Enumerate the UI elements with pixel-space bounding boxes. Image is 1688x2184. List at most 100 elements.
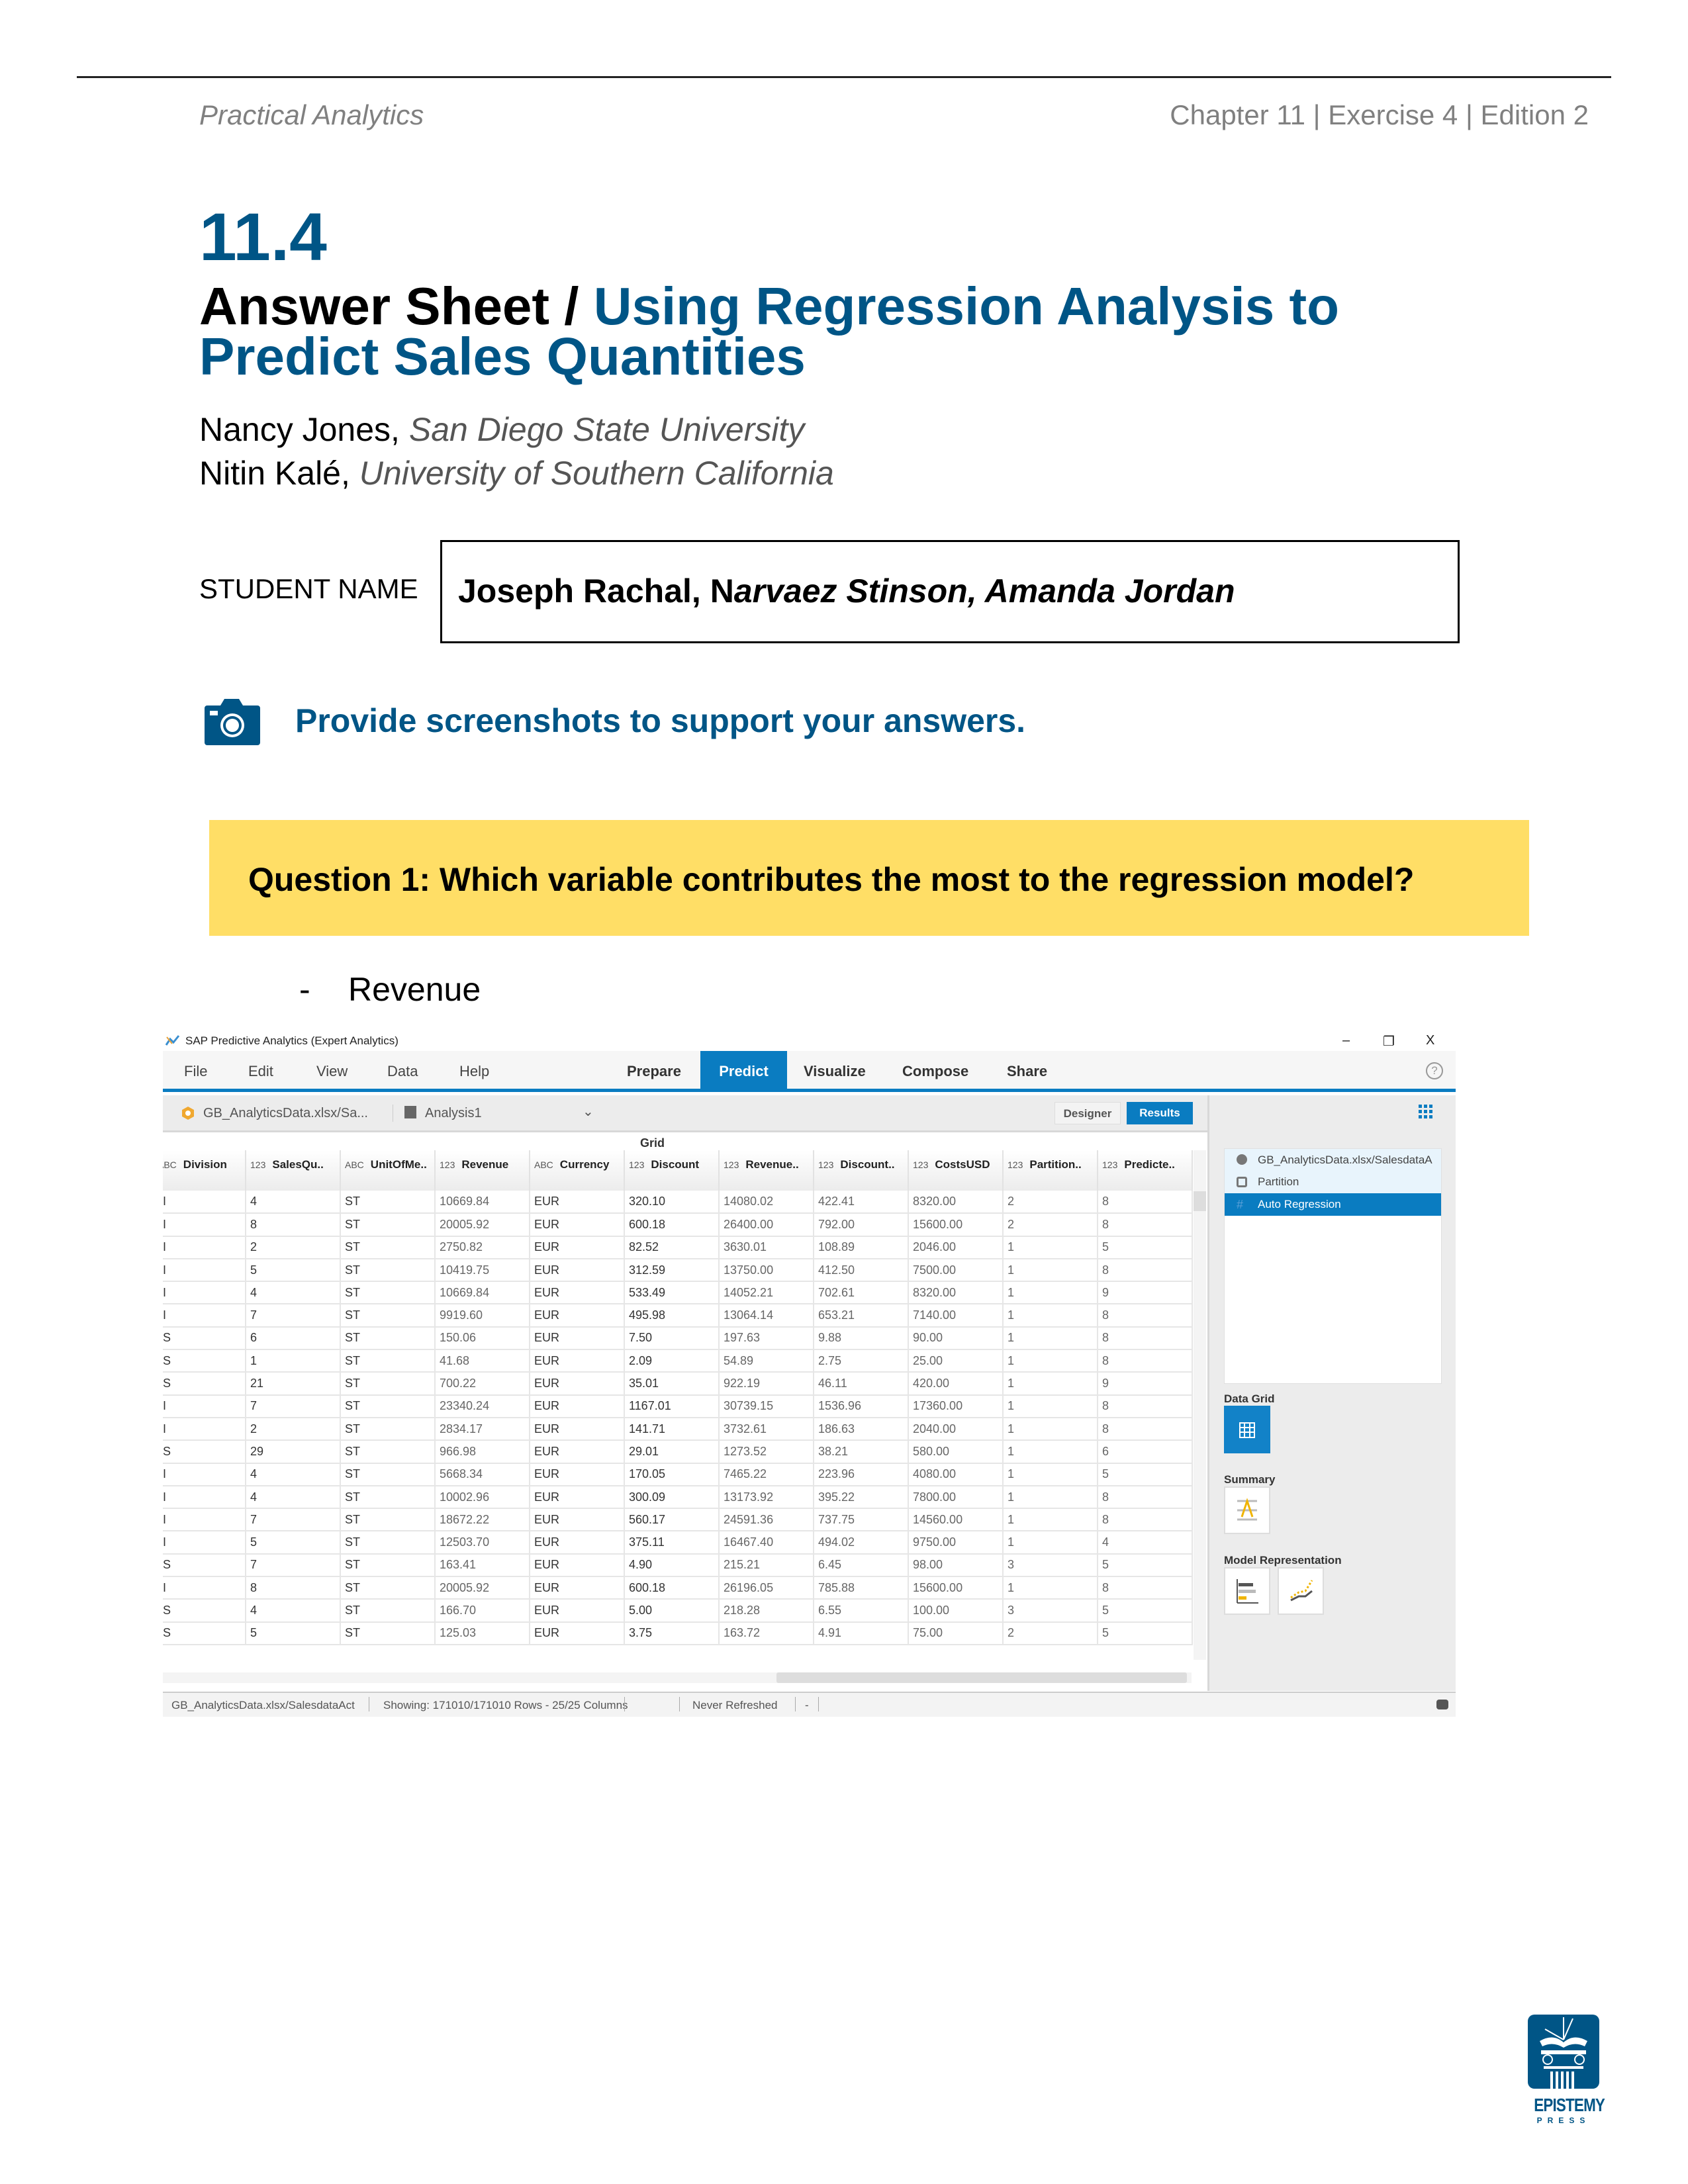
column-name: Revenue.. bbox=[745, 1158, 799, 1171]
model-bar-chart-button[interactable] bbox=[1224, 1567, 1270, 1615]
table-cell: EUR bbox=[530, 1394, 625, 1418]
column-header[interactable]: 123 SalesQu.. bbox=[246, 1150, 341, 1191]
logo-subtext: PRESS bbox=[1536, 2116, 1591, 2125]
table-row[interactable]: S 1 ST 41.68 EUR 2.09 54.89 2.75 25.00 1 8 bbox=[163, 1349, 1193, 1373]
column-header[interactable]: 123 Partition.. bbox=[1003, 1150, 1098, 1191]
chat-icon[interactable] bbox=[1436, 1700, 1448, 1709]
tab-predict[interactable]: Predict bbox=[700, 1051, 787, 1092]
tab-share[interactable]: Share bbox=[1007, 1063, 1047, 1080]
table-row[interactable]: I 2 ST 2834.17 EUR 141.71 3732.61 186.63 2040.00… bbox=[163, 1417, 1193, 1441]
table-cell: 1 bbox=[1003, 1417, 1098, 1441]
menu-data[interactable]: Data bbox=[387, 1063, 418, 1080]
column-header[interactable]: 123 Revenue.. bbox=[719, 1150, 814, 1191]
table-cell: 7500.00 bbox=[908, 1258, 1004, 1283]
table-row[interactable]: I 8 ST 20005.92 EUR 600.18 26196.05 785.88 15600… bbox=[163, 1576, 1193, 1600]
table-cell: 1 bbox=[1003, 1485, 1098, 1510]
table-cell: 29 bbox=[246, 1440, 341, 1464]
table-cell: 420.00 bbox=[908, 1372, 1004, 1396]
chapter-info: Chapter 11 | Exercise 4 | Edition 2 bbox=[1170, 99, 1589, 130]
table-cell: 41.68 bbox=[435, 1349, 530, 1373]
table-row[interactable]: S 5 ST 125.03 EUR 3.75 163.72 4.91 75.00 2 5 bbox=[163, 1621, 1193, 1645]
column-header[interactable]: 123 Predicte.. bbox=[1098, 1150, 1193, 1191]
top-rule bbox=[77, 76, 1611, 78]
table-row[interactable]: I 7 ST 9919.60 EUR 495.98 13064.14 653.21 7140.0… bbox=[163, 1304, 1193, 1328]
flow-item-partition[interactable]: Partition bbox=[1225, 1171, 1441, 1193]
flow-item-dataset[interactable]: GB_AnalyticsData.xlsx/SalesdataA bbox=[1225, 1149, 1441, 1171]
table-cell: ST bbox=[340, 1304, 436, 1328]
menu-edit[interactable]: Edit bbox=[248, 1063, 273, 1080]
table-cell: I bbox=[163, 1576, 246, 1600]
author-name: Nitin Kalé, bbox=[199, 455, 350, 492]
table-row[interactable]: I 7 ST 18672.22 EUR 560.17 24591.36 737.75 14560… bbox=[163, 1508, 1193, 1532]
model-line-chart-button[interactable] bbox=[1278, 1567, 1324, 1615]
table-row[interactable]: S 4 ST 166.70 EUR 5.00 218.28 6.55 100.00 3 5 bbox=[163, 1599, 1193, 1623]
menu-view[interactable]: View bbox=[316, 1063, 348, 1080]
data-grid-button[interactable] bbox=[1224, 1406, 1270, 1453]
table-row[interactable]: I 5 ST 12503.70 EUR 375.11 16467.40 494.02 9750.… bbox=[163, 1531, 1193, 1555]
table-cell: ST bbox=[340, 1349, 436, 1373]
table-row[interactable]: I 8 ST 20005.92 EUR 600.18 26400.00 792.00 15600… bbox=[163, 1213, 1193, 1237]
column-type-badge: 123 bbox=[724, 1160, 739, 1170]
table-row[interactable]: S 29 ST 966.98 EUR 29.01 1273.52 38.21 580.00 1 6 bbox=[163, 1440, 1193, 1464]
grid-apps-icon[interactable] bbox=[1419, 1105, 1434, 1120]
vertical-scrollbar[interactable] bbox=[1194, 1150, 1206, 1660]
analysis-selector[interactable]: Analysis1 bbox=[425, 1106, 482, 1121]
restore-button[interactable]: ❐ bbox=[1383, 1033, 1395, 1050]
author-affiliation: University of Southern California bbox=[359, 455, 834, 492]
table-row[interactable]: I 4 ST 5668.34 EUR 170.05 7465.22 223.96 4080.00… bbox=[163, 1463, 1193, 1486]
table-row[interactable]: I 4 ST 10669.84 EUR 533.49 14052.21 702.61 8320.… bbox=[163, 1281, 1193, 1305]
help-icon[interactable]: ? bbox=[1426, 1062, 1443, 1079]
column-type-badge: 123 bbox=[440, 1160, 455, 1170]
table-row[interactable]: S 6 ST 150.06 EUR 7.50 197.63 9.88 90.00 1 8 bbox=[163, 1326, 1193, 1351]
column-header[interactable]: ABC Division bbox=[163, 1150, 246, 1191]
scroll-thumb[interactable] bbox=[1194, 1191, 1206, 1211]
column-header[interactable]: 123 Discount.. bbox=[814, 1150, 909, 1191]
table-row[interactable]: I 4 ST 10669.84 EUR 320.10 14080.02 422.41 8320.… bbox=[163, 1191, 1193, 1214]
table-row[interactable]: I 5 ST 10419.75 EUR 312.59 13750.00 412.50 7500.… bbox=[163, 1258, 1193, 1283]
table-row[interactable]: S 7 ST 163.41 EUR 4.90 215.21 6.45 98.00 3 5 bbox=[163, 1553, 1193, 1578]
table-cell: 8 bbox=[1098, 1349, 1193, 1373]
column-header[interactable]: ABC UnitOfMe.. bbox=[340, 1150, 436, 1191]
table-cell: 785.88 bbox=[814, 1576, 909, 1600]
results-button[interactable]: Results bbox=[1127, 1102, 1193, 1124]
table-cell: 1 bbox=[1003, 1326, 1098, 1351]
chevron-down-icon[interactable]: ⌄ bbox=[583, 1103, 594, 1120]
table-cell: 4 bbox=[246, 1463, 341, 1486]
sap-app-screenshot: SAP Predictive Analytics (Expert Analyti… bbox=[163, 1030, 1456, 1719]
table-cell: 46.11 bbox=[814, 1372, 909, 1396]
table-cell: 38.21 bbox=[814, 1440, 909, 1464]
status-divider bbox=[818, 1697, 819, 1711]
flow-item-auto-regression[interactable]: Auto Regression bbox=[1225, 1193, 1441, 1216]
h-scroll-thumb[interactable] bbox=[776, 1672, 1187, 1683]
column-header[interactable]: 123 CostsUSD bbox=[908, 1150, 1004, 1191]
table-cell: ST bbox=[340, 1553, 436, 1578]
column-name: SalesQu.. bbox=[272, 1158, 324, 1171]
camera-icon bbox=[205, 699, 260, 745]
table-cell: I bbox=[163, 1485, 246, 1510]
table-cell: S bbox=[163, 1326, 246, 1351]
column-header[interactable]: 123 Revenue bbox=[435, 1150, 530, 1191]
tab-compose[interactable]: Compose bbox=[902, 1063, 968, 1080]
table-row[interactable]: I 7 ST 23340.24 EUR 1167.01 30739.15 1536.96 173… bbox=[163, 1394, 1193, 1418]
minimize-button[interactable]: – bbox=[1342, 1033, 1350, 1048]
designer-button[interactable]: Designer bbox=[1055, 1102, 1121, 1124]
close-button[interactable]: X bbox=[1426, 1033, 1434, 1048]
data-grid-label: Data Grid bbox=[1224, 1392, 1275, 1405]
menu-file[interactable]: File bbox=[184, 1063, 207, 1080]
summary-button[interactable] bbox=[1224, 1486, 1270, 1534]
dataset-selector[interactable]: GB_AnalyticsData.xlsx/Sa... bbox=[203, 1106, 368, 1121]
table-row[interactable]: I 2 ST 2750.82 EUR 82.52 3630.01 108.89 2046.00 1… bbox=[163, 1236, 1193, 1259]
table-cell: 15600.00 bbox=[908, 1213, 1004, 1237]
column-header[interactable]: ABC Currency bbox=[530, 1150, 625, 1191]
table-row[interactable]: S 21 ST 700.22 EUR 35.01 922.19 46.11 420.00 1 9 bbox=[163, 1372, 1193, 1396]
menu-help[interactable]: Help bbox=[459, 1063, 489, 1080]
table-row[interactable]: I 4 ST 10002.96 EUR 300.09 13173.92 395.22 7800.… bbox=[163, 1485, 1193, 1510]
table-cell: 312.59 bbox=[624, 1258, 720, 1283]
folder-icon bbox=[404, 1106, 416, 1118]
column-header[interactable]: 123 Discount bbox=[624, 1150, 720, 1191]
tab-prepare[interactable]: Prepare bbox=[627, 1063, 681, 1080]
table-cell: 15600.00 bbox=[908, 1576, 1004, 1600]
model-representation-label: Model Representation bbox=[1224, 1554, 1342, 1567]
tab-visualize[interactable]: Visualize bbox=[804, 1063, 866, 1080]
horizontal-scrollbar[interactable] bbox=[163, 1672, 1192, 1683]
